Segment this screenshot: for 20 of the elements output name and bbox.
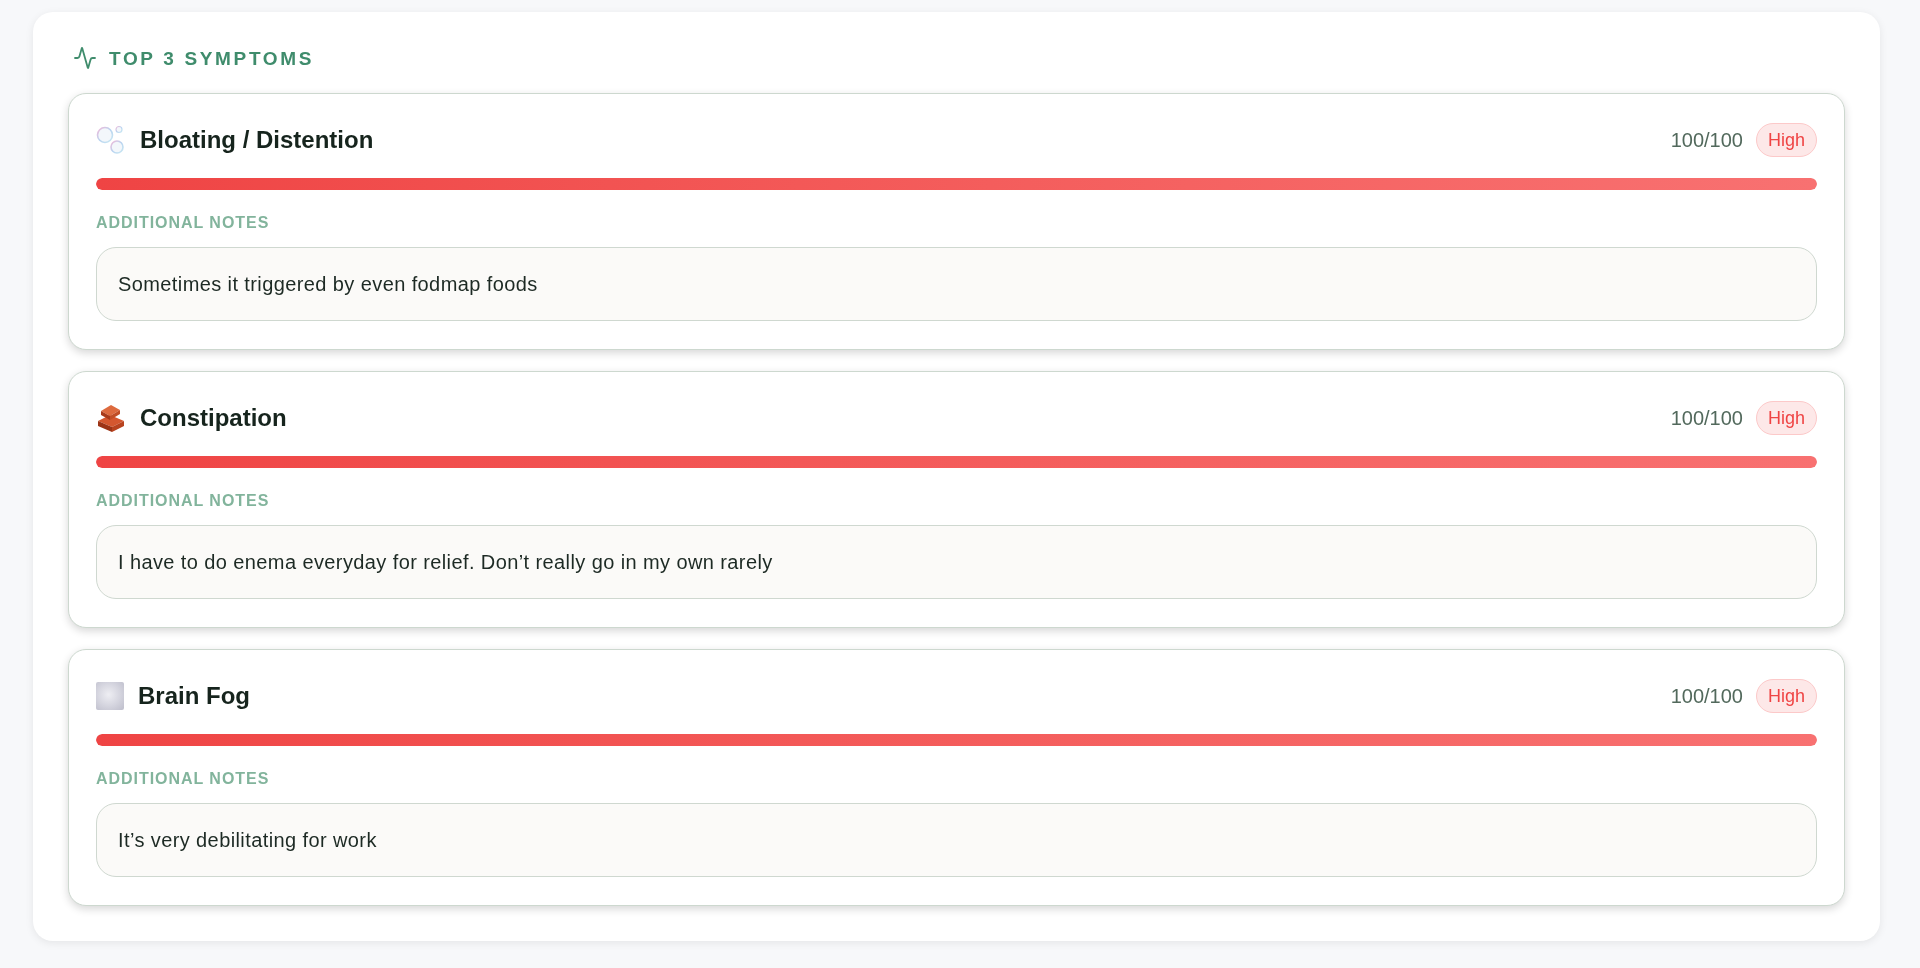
pulse-icon: [73, 46, 97, 70]
notes-box: I have to do enema everyday for relief. Don’t really go in my own rarely: [96, 525, 1817, 599]
symptom-name: Constipation: [140, 406, 287, 430]
symptom-score: 100/100: [1670, 686, 1743, 706]
symptom-name: Brain Fog: [138, 684, 250, 708]
bricks-icon: [96, 403, 126, 433]
severity-badge: High: [1755, 679, 1817, 713]
symptom-name: Bloating / Distention: [140, 128, 374, 152]
severity-badge: High: [1755, 123, 1817, 157]
notes-box: Sometimes it triggered by even fodmap foods: [96, 247, 1817, 321]
symptom-score: 100/100: [1670, 130, 1743, 150]
symptom-score: 100/100: [1670, 408, 1743, 428]
notes-label: ADDITIONAL NOTES: [96, 771, 271, 787]
bubbles-icon: [96, 125, 126, 155]
section-title: TOP 3 SYMPTOMS: [109, 48, 315, 68]
severity-badge: High: [1755, 401, 1817, 435]
notes-box: It’s very debilitating for work: [96, 803, 1817, 877]
notes-label: ADDITIONAL NOTES: [96, 493, 271, 509]
notes-label: ADDITIONAL NOTES: [96, 215, 271, 231]
fog-icon: [96, 682, 124, 710]
